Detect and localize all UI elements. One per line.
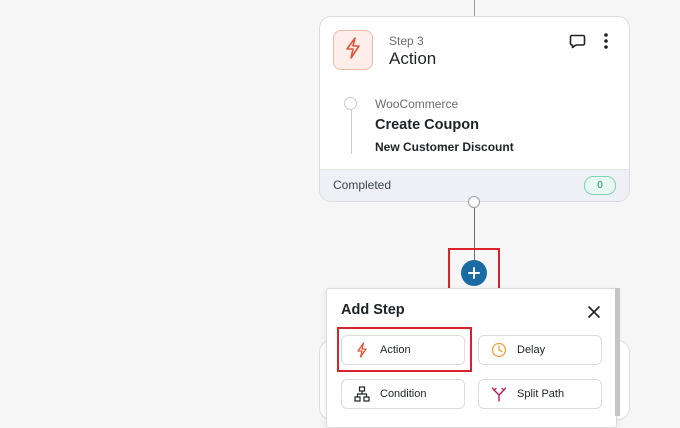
more-options-icon[interactable] <box>596 31 616 51</box>
option-delay-button[interactable]: Delay <box>478 335 602 365</box>
option-label: Condition <box>380 388 427 400</box>
option-split-path-button[interactable]: Split Path <box>478 379 602 409</box>
timeline-dot <box>344 97 357 110</box>
action-name: Create Coupon <box>375 117 479 133</box>
step-icon-box <box>333 30 373 70</box>
workflow-canvas: Step 3 Action WooCommerce Create Coupon … <box>0 0 680 428</box>
option-label: Split Path <box>517 388 565 400</box>
split-arrows-icon <box>491 386 507 402</box>
option-condition-button[interactable]: Condition <box>341 379 465 409</box>
step-title: Action <box>389 49 437 68</box>
connector-line <box>474 0 475 16</box>
step-card[interactable]: Step 3 Action WooCommerce Create Coupon … <box>319 16 630 202</box>
timeline-line <box>351 110 352 154</box>
connector-dot <box>468 196 480 208</box>
integration-name: WooCommerce <box>375 97 459 111</box>
step-number: Step 3 <box>389 34 424 48</box>
sitemap-icon <box>354 386 370 402</box>
action-detail: New Customer Discount <box>375 140 514 154</box>
panel-scrollbar[interactable] <box>615 288 620 416</box>
option-label: Delay <box>517 344 546 356</box>
clock-icon <box>491 342 507 358</box>
status-text: Completed <box>333 178 392 192</box>
highlight-action-option <box>337 327 472 372</box>
close-icon[interactable] <box>585 303 603 321</box>
count-badge: 0 <box>584 176 616 195</box>
panel-title: Add Step <box>341 302 405 318</box>
lightning-icon <box>344 36 362 64</box>
comment-icon[interactable] <box>567 31 587 51</box>
